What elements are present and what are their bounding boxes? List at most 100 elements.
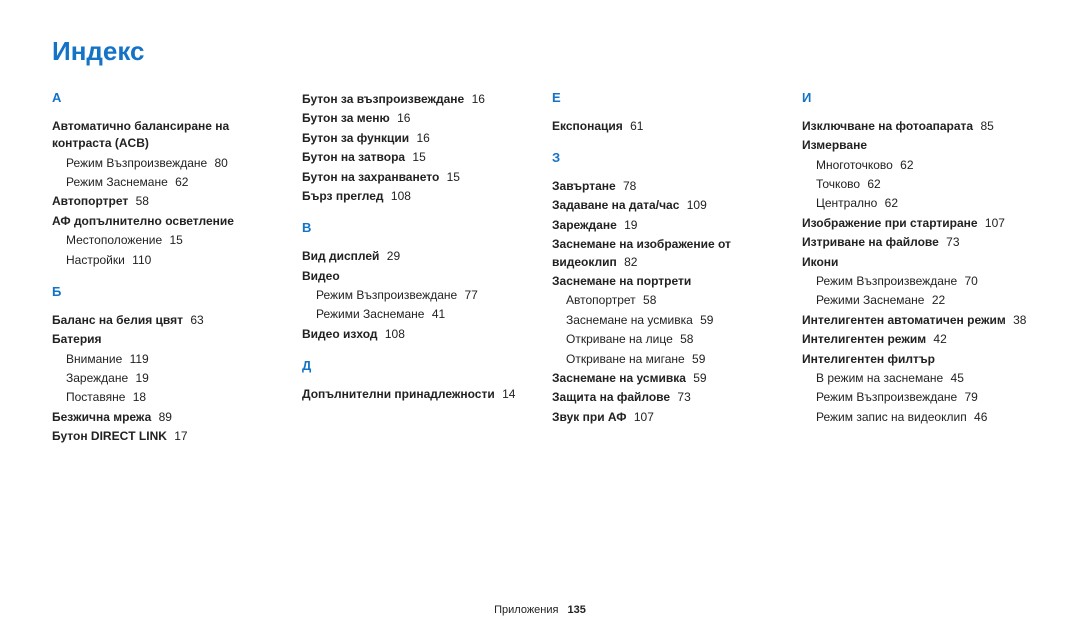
index-entry-page: 17 — [171, 429, 188, 443]
index-entry-text: Бутон за меню — [302, 111, 390, 125]
index-subentry-page: 62 — [897, 158, 914, 172]
index-entry[interactable]: Интелигентен режим 42 — [802, 331, 1028, 348]
index-entry-page: 78 — [620, 179, 637, 193]
index-entry[interactable]: Измерване — [802, 137, 1028, 154]
index-entry[interactable]: Интелигентен филтър — [802, 351, 1028, 368]
index-entry[interactable]: Автопортрет 58 — [52, 193, 278, 210]
index-subentry-page: 46 — [971, 410, 988, 424]
index-subentry-text: Откриване на мигане — [566, 352, 685, 366]
index-subentry[interactable]: Режим Възпроизвеждане 80 — [66, 155, 278, 172]
index-entry-text: Вид дисплей — [302, 249, 379, 263]
index-subentry[interactable]: Режими Заснемане 41 — [316, 306, 528, 323]
index-subentry[interactable]: Режим Възпроизвеждане 79 — [816, 389, 1028, 406]
index-entry[interactable]: Баланс на белия цвят 63 — [52, 312, 278, 329]
index-entry[interactable]: Вид дисплей 29 — [302, 248, 528, 265]
index-subentry[interactable]: Точково 62 — [816, 176, 1028, 193]
index-subentry[interactable]: Откриване на мигане 59 — [566, 351, 778, 368]
index-subentry[interactable]: Откриване на лице 58 — [566, 331, 778, 348]
index-subentry-page: 15 — [166, 233, 183, 247]
index-entry[interactable]: Завъртане 78 — [552, 178, 778, 195]
index-subentry-text: Внимание — [66, 352, 122, 366]
index-columns: ААвтоматично балансиране на контраста (A… — [52, 89, 1028, 446]
index-entry-text: Бутон DIRECT LINK — [52, 429, 167, 443]
index-subentry-page: 62 — [881, 196, 898, 210]
index-subentry[interactable]: Централно 62 — [816, 195, 1028, 212]
index-subentry[interactable]: Зареждане 19 — [66, 370, 278, 387]
index-entry-text: Автоматично балансиране на контраста (AC… — [52, 119, 229, 150]
index-entry[interactable]: Бутон DIRECT LINK 17 — [52, 428, 278, 445]
index-entry[interactable]: Автоматично балансиране на контраста (AC… — [52, 118, 278, 153]
index-subentry[interactable]: Режим Възпроизвеждане 70 — [816, 273, 1028, 290]
index-entry[interactable]: Звук при АФ 107 — [552, 409, 778, 426]
index-entry[interactable]: Бутон за меню 16 — [302, 110, 528, 127]
index-subentry[interactable]: Внимание 119 — [66, 351, 278, 368]
page-footer: Приложения 135 — [0, 604, 1080, 616]
index-entry-page: 82 — [621, 255, 638, 269]
index-entry-page: 16 — [413, 131, 430, 145]
index-subentry-page: 110 — [129, 253, 151, 267]
index-subentry[interactable]: Многоточково 62 — [816, 157, 1028, 174]
index-subentry[interactable]: Режим запис на видеоклип 46 — [816, 409, 1028, 426]
index-subentry-text: Местоположение — [66, 233, 162, 247]
index-entry-text: Батерия — [52, 332, 102, 346]
index-entry-text: Бутон на захранването — [302, 170, 439, 184]
index-subentry[interactable]: Заснемане на усмивка 59 — [566, 312, 778, 329]
index-entry-text: Завъртане — [552, 179, 616, 193]
index-entry[interactable]: Бутон на затвора 15 — [302, 149, 528, 166]
index-subentry-page: 119 — [126, 352, 148, 366]
index-entry[interactable]: Изтриване на файлове 73 — [802, 234, 1028, 251]
index-subentry[interactable]: Настройки 110 — [66, 252, 278, 269]
index-subentry-text: Откриване на лице — [566, 332, 673, 346]
index-entry[interactable]: Бутон на захранването 15 — [302, 169, 528, 186]
index-entry[interactable]: Видео изход 108 — [302, 326, 528, 343]
index-entry-page: 42 — [930, 332, 947, 346]
index-entry-text: Защита на файлове — [552, 390, 670, 404]
index-entry[interactable]: Батерия — [52, 331, 278, 348]
index-entry[interactable]: Безжична мрежа 89 — [52, 409, 278, 426]
index-column: ААвтоматично балансиране на контраста (A… — [52, 89, 278, 446]
index-subentry[interactable]: Автопортрет 58 — [566, 292, 778, 309]
index-entry[interactable]: Интелигентен автоматичен режим 38 — [802, 312, 1028, 329]
index-entry-page: 16 — [468, 92, 485, 106]
index-entry[interactable]: Изображение при стартиране 107 — [802, 215, 1028, 232]
index-subentry[interactable]: Режим Заснемане 62 — [66, 174, 278, 191]
index-entry-page: 73 — [943, 235, 960, 249]
index-entry-text: Допълнителни принадлежности — [302, 387, 495, 401]
index-entry[interactable]: Допълнителни принадлежности 14 — [302, 386, 528, 403]
index-entry[interactable]: Изключване на фотоапарата 85 — [802, 118, 1028, 135]
index-entry-page: 108 — [382, 327, 405, 341]
index-entry[interactable]: Бърз преглед 108 — [302, 188, 528, 205]
index-entry[interactable]: Бутон за възпроизвеждане 16 — [302, 91, 528, 108]
index-subentry[interactable]: Поставяне 18 — [66, 389, 278, 406]
index-entry[interactable]: Икони — [802, 254, 1028, 271]
index-entry-text: АФ допълнително осветление — [52, 214, 234, 228]
index-entry[interactable]: Видео — [302, 268, 528, 285]
index-entry-text: Заснемане на усмивка — [552, 371, 686, 385]
index-subentry-text: Режим запис на видеоклип — [816, 410, 967, 424]
index-subentry[interactable]: В режим на заснемане 45 — [816, 370, 1028, 387]
index-entry[interactable]: Заснемане на изображение от видеоклип 82 — [552, 236, 778, 271]
index-entry-text: Изтриване на файлове — [802, 235, 939, 249]
index-entry-text: Интелигентен режим — [802, 332, 926, 346]
index-column: ЕЕкспонация 61ЗЗавъртане 78Задаване на д… — [552, 89, 778, 446]
index-subentry-page: 18 — [129, 390, 146, 404]
index-entry-page: 107 — [982, 216, 1005, 230]
index-subentry[interactable]: Режими Заснемане 22 — [816, 292, 1028, 309]
index-entry-text: Бутон за функции — [302, 131, 409, 145]
index-entry-page: 107 — [631, 410, 654, 424]
index-entry[interactable]: Зареждане 19 — [552, 217, 778, 234]
index-subentry-page: 59 — [689, 352, 706, 366]
index-entry[interactable]: Заснемане на портрети — [552, 273, 778, 290]
index-subentry[interactable]: Местоположение 15 — [66, 232, 278, 249]
index-entry[interactable]: Експонация 61 — [552, 118, 778, 135]
index-entry[interactable]: Бутон за функции 16 — [302, 130, 528, 147]
index-entry[interactable]: Заснемане на усмивка 59 — [552, 370, 778, 387]
index-entry-text: Звук при АФ — [552, 410, 627, 424]
index-subentry-page: 45 — [947, 371, 964, 385]
index-entry-text: Интелигентен автоматичен режим — [802, 313, 1006, 327]
index-entry[interactable]: Задаване на дата/час 109 — [552, 197, 778, 214]
index-subentry[interactable]: Режим Възпроизвеждане 77 — [316, 287, 528, 304]
index-entry[interactable]: Защита на файлове 73 — [552, 389, 778, 406]
index-entry[interactable]: АФ допълнително осветление — [52, 213, 278, 230]
index-entry-text: Изображение при стартиране — [802, 216, 978, 230]
